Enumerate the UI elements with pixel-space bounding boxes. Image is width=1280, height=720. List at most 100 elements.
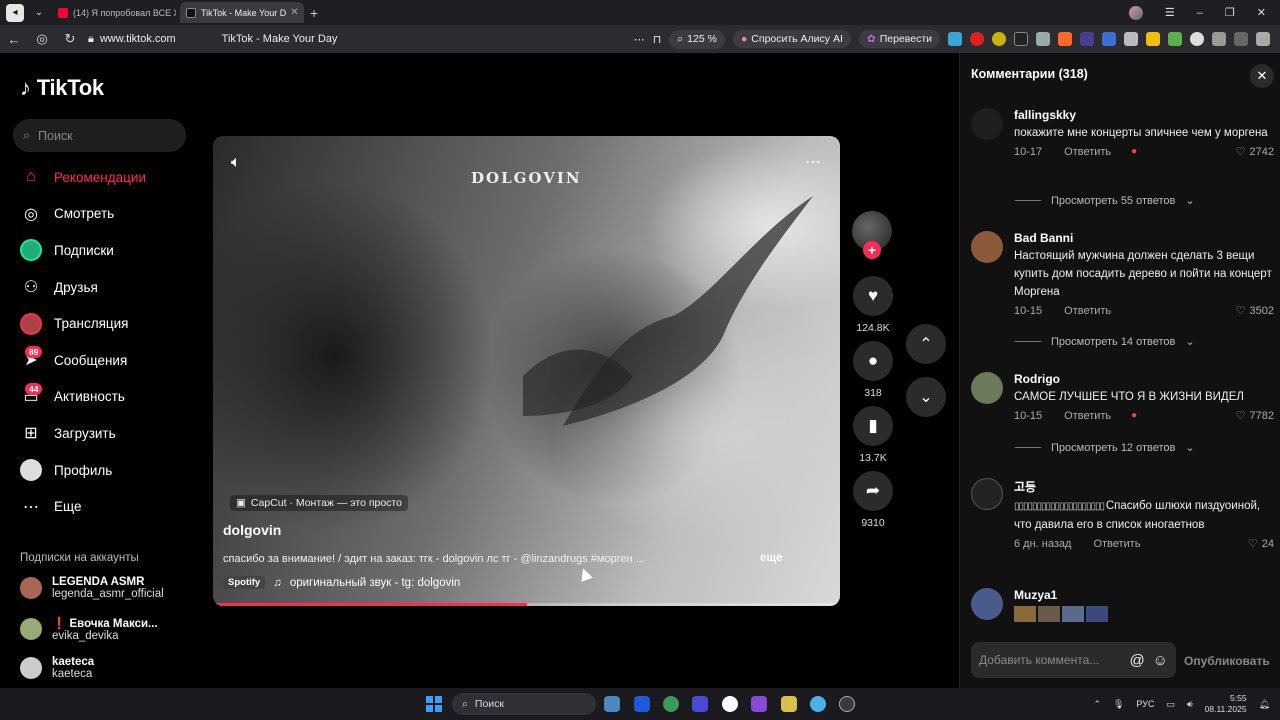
new-tab-icon[interactable]: + <box>310 5 318 21</box>
reply-button[interactable]: Ответить <box>1064 410 1111 422</box>
app-icon[interactable] <box>751 696 767 712</box>
tab-tiktok[interactable]: TikTok - Make Your D ✕ <box>180 2 304 23</box>
extension-icon[interactable] <box>1168 32 1182 46</box>
comment-user[interactable]: 고등 <box>1014 478 1274 495</box>
gift-icon[interactable]: ● <box>1131 410 1137 421</box>
emoji-icon[interactable]: ☺ <box>1153 652 1168 669</box>
reply-button[interactable]: Ответить <box>1093 538 1140 550</box>
previous-video-button[interactable]: ⌃ <box>906 324 946 364</box>
comment-user[interactable]: Rodrigo <box>1014 372 1274 386</box>
nav-item-more[interactable]: ⋯ Еще <box>0 488 200 525</box>
alice-button[interactable]: ● Спросить Алису AI <box>732 30 851 48</box>
comment-input[interactable]: Добавить коммента... @ ☺ <box>971 642 1176 678</box>
nav-item-live[interactable]: Трансляция <box>0 305 200 342</box>
video-progress-bar[interactable] <box>213 603 840 606</box>
comment-like[interactable]: ♡ 3502 <box>1236 304 1274 318</box>
privacy-icon[interactable]: ◎ <box>28 31 56 47</box>
app-icon[interactable] <box>634 696 650 712</box>
extension-icon[interactable] <box>1080 32 1094 46</box>
app-icon[interactable] <box>604 696 620 712</box>
minimize-icon[interactable]: – <box>1197 7 1203 19</box>
view-replies-button[interactable]: Просмотреть 55 ответов ⌄ <box>1015 194 1195 207</box>
search-input[interactable]: ⌕ Поиск <box>13 119 186 152</box>
extension-icon[interactable] <box>1014 32 1028 46</box>
nav-item-messages[interactable]: ➤ 89 Сообщения <box>0 342 200 379</box>
creator-avatar[interactable]: + <box>852 211 892 259</box>
extension-icon[interactable] <box>1124 32 1138 46</box>
nav-item-activity[interactable]: ▭ 44 Активность <box>0 379 200 416</box>
sub-account-item[interactable]: kaeteca kaeteca <box>20 656 94 680</box>
comment-user[interactable]: Bad Banni <box>1014 231 1274 245</box>
notification-bell-icon[interactable]: 🔔︎ <box>1259 699 1270 710</box>
volume-icon[interactable]: 🔈︎ <box>231 154 241 172</box>
yandex-browser-icon[interactable] <box>722 696 738 712</box>
browser-menu-icon[interactable]: ◂ <box>6 3 24 22</box>
profile-avatar[interactable] <box>1128 5 1143 20</box>
back-icon[interactable]: ← <box>0 32 28 47</box>
language-indicator[interactable]: РУС <box>1136 699 1154 709</box>
restore-icon[interactable]: ❐ <box>1225 6 1235 19</box>
sub-account-item[interactable]: LEGENDA ASMR legenda_asmr_official <box>20 576 164 600</box>
view-replies-button[interactable]: Просмотреть 12 ответов ⌄ <box>1015 441 1195 454</box>
music-row[interactable]: Spotify ♫ оригинальный звук - tg: dolgov… <box>223 576 460 589</box>
nav-item-upload[interactable]: ⊞ Загрузить <box>0 415 200 452</box>
nav-item-recommendations[interactable]: ⌂ Рекомендации <box>0 159 200 196</box>
nav-item-friends[interactable]: ⚇ Друзья <box>0 269 200 306</box>
reply-button[interactable]: Ответить <box>1064 305 1111 317</box>
bookmark-icon[interactable]: ⊓ <box>653 33 662 46</box>
next-video-button[interactable]: ⌄ <box>906 377 946 417</box>
video-author[interactable]: dolgovin <box>223 522 281 538</box>
windows-start-icon[interactable] <box>426 696 442 712</box>
network-icon[interactable]: ▭ <box>1166 699 1175 710</box>
taskbar-search[interactable]: ⌕ Поиск <box>452 693 596 715</box>
menu-icon[interactable]: ☰ <box>1165 6 1175 19</box>
extension-icon[interactable] <box>1190 32 1204 46</box>
mention-icon[interactable]: @ <box>1129 652 1144 669</box>
spotify-button[interactable]: Spotify <box>223 576 266 589</box>
comment-like[interactable]: ♡ 24 <box>1248 537 1274 551</box>
avatar[interactable] <box>971 588 1003 620</box>
app-icon[interactable] <box>781 696 797 712</box>
post-comment-button[interactable]: Опубликовать <box>1184 654 1270 668</box>
view-replies-button[interactable]: Просмотреть 14 ответов ⌄ <box>1015 335 1195 348</box>
description-more-button[interactable]: еще <box>760 552 783 564</box>
app-icon[interactable] <box>839 696 855 712</box>
avatar[interactable] <box>971 372 1003 404</box>
close-tab-icon[interactable]: ✕ <box>286 7 298 18</box>
capcut-badge[interactable]: ▣ CapCut · Монтаж — это просто <box>230 495 408 511</box>
app-icon[interactable] <box>692 696 708 712</box>
extension-icon[interactable] <box>1102 32 1116 46</box>
extension-icon[interactable] <box>992 32 1006 46</box>
extension-icon[interactable] <box>1256 32 1270 46</box>
chevron-up-icon[interactable]: ⌃ <box>1093 699 1101 710</box>
comment-action[interactable]: ● 318 <box>852 341 894 399</box>
sub-account-item[interactable]: ❗ Евочка Макси... evika_devika <box>20 616 158 642</box>
mic-icon[interactable]: 🎙︎ <box>1113 699 1124 710</box>
save-action[interactable]: ▮ 13.7K <box>852 406 894 464</box>
nav-item-profile[interactable]: Профиль <box>0 452 200 489</box>
extension-icon[interactable] <box>1234 32 1248 46</box>
url-field[interactable]: 🔒︎ www.tiktok.com <box>88 33 176 46</box>
follow-plus-icon[interactable]: + <box>863 241 881 259</box>
close-window-icon[interactable]: ✕ <box>1257 6 1266 19</box>
avatar[interactable] <box>971 231 1003 263</box>
comment-user[interactable]: fallingskky <box>1014 108 1274 122</box>
reload-icon[interactable]: ↻ <box>56 31 84 47</box>
share-action[interactable]: ➦ 9310 <box>852 471 894 529</box>
close-comments-button[interactable]: ✕ <box>1250 64 1274 88</box>
like-action[interactable]: ♥ 124.8K <box>852 276 894 334</box>
extension-icon[interactable] <box>948 32 962 46</box>
tab-youtube[interactable]: (14) Я попробовал ВСЕ Ж ✕ <box>52 2 176 23</box>
extension-icon[interactable] <box>1036 32 1050 46</box>
extension-icon[interactable] <box>1212 32 1226 46</box>
tabs-dropdown-icon[interactable]: ⌄ <box>30 4 48 22</box>
reply-button[interactable]: Ответить <box>1064 146 1111 158</box>
video-player[interactable]: DOLGOVIN 🔈︎ ⋯ ▣ CapCut · Монтаж — это пр… <box>213 136 840 606</box>
avatar[interactable] <box>971 478 1003 510</box>
video-more-icon[interactable]: ⋯ <box>805 152 822 172</box>
clock[interactable]: 5:55 08.11.2025 <box>1205 693 1247 715</box>
nav-item-following[interactable]: Подписки <box>0 232 200 269</box>
avatar[interactable] <box>971 108 1003 140</box>
tiktok-logo[interactable]: ♪ TikTok <box>20 75 104 101</box>
gift-icon[interactable]: ● <box>1131 146 1137 157</box>
